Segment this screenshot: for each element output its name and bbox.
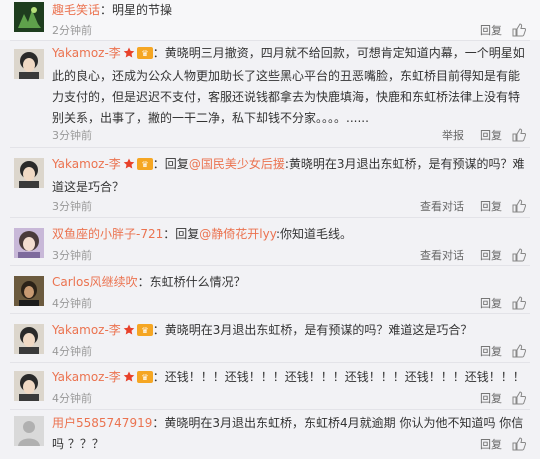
commenter-name[interactable]: Yakamoz-李 <box>52 157 121 171</box>
comment-text-prefix: ：回复 <box>152 157 189 171</box>
svg-text:♛: ♛ <box>141 373 148 382</box>
badge-icon: ♛ <box>136 369 153 390</box>
comment-time: 4分钟前 <box>52 297 92 310</box>
commenter-name[interactable]: 趣毛笑话 <box>52 3 100 17</box>
like-icon[interactable] <box>512 23 527 37</box>
reply-button[interactable]: 回复 <box>480 295 502 311</box>
avatar[interactable] <box>14 324 44 354</box>
comment-text: ：东虹桥什么情况？ <box>137 275 246 289</box>
comment-text: ：明星的节操 <box>100 3 173 17</box>
avatar[interactable] <box>14 49 44 79</box>
avatar[interactable] <box>14 276 44 306</box>
like-icon[interactable] <box>512 248 527 262</box>
commenter-name[interactable]: 用户5585747919 <box>52 416 152 430</box>
like-icon[interactable] <box>512 128 527 142</box>
reply-button[interactable]: 回复 <box>480 247 502 263</box>
vip-star-icon <box>123 45 135 66</box>
vip-star-icon <box>123 156 135 177</box>
reply-button[interactable]: 回复 <box>480 436 502 452</box>
avatar[interactable] <box>14 228 44 258</box>
commenter-name[interactable]: Yakamoz-李 <box>52 46 121 60</box>
report-button[interactable]: 举报 <box>442 127 464 143</box>
comment-item: Yakamoz-李 ♛ ：回复@国民美少女后援:黄晓明在3月退出东虹桥，是有预谋的吗… <box>0 148 540 214</box>
comment-item: Yakamoz-李 ♛ ：还钱！！！还钱！！！还钱！！！还钱！！！还钱！！！还钱！！… <box>0 363 540 411</box>
comment-body: 趣毛笑话：明星的节操 <box>52 0 526 21</box>
comment-body: 用户5585747919：黄晓明在3月退出东虹桥，东虹桥4月就逾期 你认为他不知… <box>52 413 526 455</box>
comment-text: :你知道毛线。 <box>275 227 352 241</box>
svg-text:♛: ♛ <box>141 49 148 58</box>
badge-icon: ♛ <box>136 156 153 177</box>
like-icon[interactable] <box>512 391 527 405</box>
comment-item: 用户5585747919：黄晓明在3月退出东虹桥，东虹桥4月就逾期 你认为他不知… <box>0 410 540 459</box>
avatar[interactable] <box>14 158 44 188</box>
comment-time: 4分钟前 <box>52 345 92 358</box>
comment-item: 双鱼座的小胖子-721：回复@静倚花开lyy:你知道毛线。 3分钟前 查看对话 … <box>0 218 540 264</box>
mention-link[interactable]: @静倚花开lyy <box>199 227 276 241</box>
like-icon[interactable] <box>512 344 527 358</box>
comment-body: 双鱼座的小胖子-721：回复@静倚花开lyy:你知道毛线。 <box>52 224 526 245</box>
view-conversation-button[interactable]: 查看对话 <box>420 247 464 263</box>
reply-button[interactable]: 回复 <box>480 390 502 406</box>
comment-item: Carlos风继续吹：东虹桥什么情况？ 4分钟前 回复 <box>0 266 540 316</box>
badge-icon: ♛ <box>136 322 153 343</box>
comment-time: 3分钟前 <box>52 249 92 262</box>
like-icon[interactable] <box>512 296 527 310</box>
comment-body: Yakamoz-李 ♛ ：回复@国民美少女后援:黄晓明在3月退出东虹桥，是有预谋的吗… <box>52 154 526 198</box>
like-icon[interactable] <box>512 199 527 213</box>
badge-icon: ♛ <box>136 45 153 66</box>
commenter-name[interactable]: Yakamoz-李 <box>52 323 121 337</box>
comment-body: Yakamoz-李 ♛ ：黄晓明在3月退出东虹桥，是有预谋的吗？难道这是巧合？ <box>52 320 526 343</box>
mention-link[interactable]: @国民美少女后援 <box>189 157 285 171</box>
comment-item: Yakamoz-李 ♛ ：黄晓明在3月退出东虹桥，是有预谋的吗？难道这是巧合？ 4分… <box>0 314 540 364</box>
comment-text-prefix: ：回复 <box>163 227 200 241</box>
comment-text: ：黄晓明在3月退出东虹桥，是有预谋的吗？难道这是巧合？ <box>152 323 473 337</box>
comment-body: Carlos风继续吹：东虹桥什么情况？ <box>52 272 526 293</box>
commenter-name[interactable]: Yakamoz-李 <box>52 370 121 384</box>
avatar[interactable] <box>14 2 44 32</box>
vip-star-icon <box>123 322 135 343</box>
comment-body: Yakamoz-李 ♛ ：黄晓明三月撤资，四月就不给回款，可想肯定知道内幕，一个明星… <box>52 43 526 129</box>
comment-item: 趣毛笑话：明星的节操 2分钟前 回复 <box>0 0 540 40</box>
like-icon[interactable] <box>512 437 527 451</box>
commenter-name[interactable]: Carlos风继续吹 <box>52 275 138 289</box>
vip-star-icon <box>123 369 135 390</box>
comment-time: 4分钟前 <box>52 392 92 405</box>
comment-text: ：还钱！！！还钱！！！还钱！！！还钱！！！还钱！！！还钱！！！ <box>152 370 525 384</box>
reply-button[interactable]: 回复 <box>480 198 502 214</box>
comment-time: 2分钟前 <box>52 24 92 37</box>
view-conversation-button[interactable]: 查看对话 <box>420 198 464 214</box>
svg-text:♛: ♛ <box>141 160 148 169</box>
comment-time: 3分钟前 <box>52 200 92 213</box>
svg-text:♛: ♛ <box>141 326 148 335</box>
reply-button[interactable]: 回复 <box>480 127 502 143</box>
commenter-name[interactable]: 双鱼座的小胖子-721 <box>52 227 163 241</box>
comment-time: 3分钟前 <box>52 129 92 142</box>
reply-button[interactable]: 回复 <box>480 343 502 359</box>
avatar[interactable] <box>14 416 44 446</box>
avatar[interactable] <box>14 371 44 401</box>
reply-button[interactable]: 回复 <box>480 22 502 38</box>
comment-body: Yakamoz-李 ♛ ：还钱！！！还钱！！！还钱！！！还钱！！！还钱！！！还钱！！… <box>52 367 526 390</box>
comment-item: Yakamoz-李 ♛ ：黄晓明三月撤资，四月就不给回款，可想肯定知道内幕，一个明星… <box>0 41 540 145</box>
